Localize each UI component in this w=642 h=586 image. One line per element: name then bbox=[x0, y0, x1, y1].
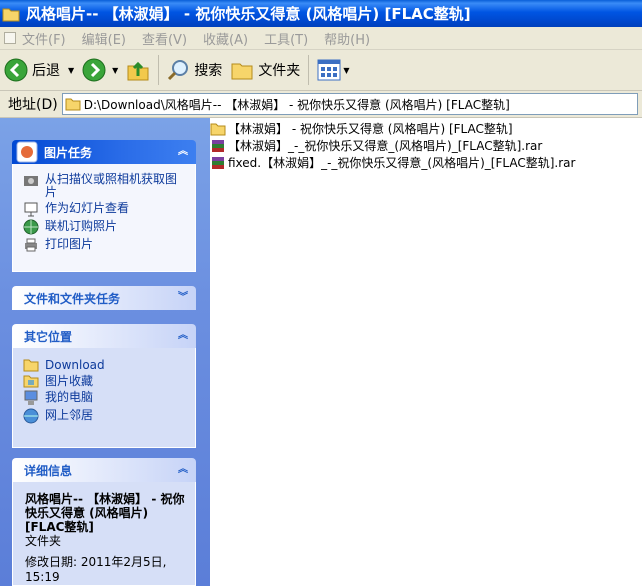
place-my-pictures-label: 图片收藏 bbox=[45, 374, 94, 388]
back-arrow-icon bbox=[4, 58, 28, 82]
pictures-folder-icon bbox=[23, 375, 39, 388]
picture-tasks-icon bbox=[16, 141, 38, 163]
details-body: 风格唱片-- 【林淑娟】 - 祝你快乐又得意 (风格唱片) [FLAC整轨] 文… bbox=[12, 482, 196, 586]
rar-icon bbox=[212, 156, 224, 169]
details-header[interactable]: 详细信息 ︽ bbox=[12, 458, 196, 482]
chevron-down-icon: ▼ bbox=[343, 65, 350, 75]
file-name: 【林淑娟】_-_祝你快乐又得意_(风格唱片)_[FLAC整轨].rar bbox=[228, 139, 543, 153]
picture-tasks-header[interactable]: 图片任务 ︽ bbox=[12, 140, 196, 164]
network-icon bbox=[23, 408, 39, 424]
camera-icon bbox=[24, 176, 38, 186]
back-label: 后退 bbox=[32, 63, 60, 79]
other-places-header[interactable]: 其它位置 ︽ bbox=[12, 324, 196, 348]
folder-icon bbox=[210, 123, 226, 135]
menu-file[interactable]: 文件(F) bbox=[22, 29, 66, 48]
list-item[interactable]: fixed.【林淑娟】_-_祝你快乐又得意_(风格唱片)_[FLAC整轨].ra… bbox=[210, 154, 575, 171]
toolbar: 后退 ▼ ▼ 搜索 文件夹 ▼ bbox=[0, 50, 642, 91]
slideshow-icon bbox=[24, 202, 38, 217]
place-network-label: 网上邻居 bbox=[45, 408, 94, 422]
chevron-down-icon[interactable]: ▼ bbox=[68, 66, 74, 75]
picture-tasks-body: 从扫描仪或照相机获取图片 作为幻灯片查看 联机订购照片 打印图片 bbox=[12, 164, 196, 272]
address-label: 地址(D) bbox=[8, 97, 58, 113]
forward-arrow-icon bbox=[82, 58, 106, 82]
chevron-up-icon[interactable]: ︽ bbox=[176, 329, 190, 343]
task-pane: 图片任务 ︽ 从扫描仪或照相机获取图片 作为幻灯片查看 联机订购照片 打印图片 bbox=[0, 118, 210, 586]
toolbar-separator bbox=[158, 55, 160, 85]
folders-button[interactable]: 文件夹 bbox=[226, 54, 304, 86]
place-my-computer[interactable]: 我的电脑 bbox=[23, 390, 185, 406]
printer-icon bbox=[25, 238, 37, 252]
file-name: fixed.【林淑娟】_-_祝你快乐又得意_(风格唱片)_[FLAC整轨].ra… bbox=[228, 156, 576, 170]
menu-tools[interactable]: 工具(T) bbox=[264, 29, 308, 48]
list-item[interactable]: 【林淑娟】_-_祝你快乐又得意_(风格唱片)_[FLAC整轨].rar bbox=[210, 137, 542, 154]
task-get-pictures[interactable]: 从扫描仪或照相机获取图片 bbox=[23, 173, 185, 199]
chevron-down-icon[interactable]: ▼ bbox=[112, 66, 118, 75]
place-network[interactable]: 网上邻居 bbox=[23, 408, 185, 424]
task-print-pictures-label: 打印图片 bbox=[45, 237, 94, 251]
windows-flag-icon bbox=[4, 32, 16, 44]
globe-icon bbox=[23, 219, 39, 235]
file-tasks-title: 文件和文件夹任务 bbox=[24, 291, 121, 306]
other-places-panel: 其它位置 ︽ Download 图片收藏 我的电脑 网上邻居 bbox=[12, 324, 196, 448]
up-folder-icon bbox=[127, 61, 149, 81]
folder-icon bbox=[65, 98, 81, 111]
search-button[interactable]: 搜索 bbox=[163, 54, 226, 86]
task-order-prints[interactable]: 联机订购照片 bbox=[23, 219, 185, 235]
task-print-pictures[interactable]: 打印图片 bbox=[23, 238, 185, 253]
window-title: 风格唱片-- 【林淑娟】 - 祝你快乐又得意 (风格唱片) [FLAC整轨] bbox=[26, 5, 471, 23]
list-item[interactable]: 【林淑娟】 - 祝你快乐又得意 (风格唱片) [FLAC整轨] bbox=[210, 120, 513, 137]
address-input[interactable]: D:\Download\风格唱片-- 【林淑娟】 - 祝你快乐又得意 (风格唱片… bbox=[61, 93, 638, 115]
title-bar[interactable]: 风格唱片-- 【林淑娟】 - 祝你快乐又得意 (风格唱片) [FLAC整轨] bbox=[0, 0, 642, 27]
chevron-up-icon[interactable]: ︽ bbox=[176, 463, 190, 477]
file-tasks-panel: 文件和文件夹任务 ︾ bbox=[12, 286, 196, 310]
up-folder-button[interactable] bbox=[122, 54, 154, 86]
details-panel: 详细信息 ︽ 风格唱片-- 【林淑娟】 - 祝你快乐又得意 (风格唱片) [FL… bbox=[12, 458, 196, 586]
rar-icon bbox=[212, 139, 224, 152]
views-button[interactable]: ▼ bbox=[313, 54, 353, 86]
task-slideshow[interactable]: 作为幻灯片查看 bbox=[23, 202, 185, 217]
menu-bar: 文件(F) 编辑(E) 查看(V) 收藏(A) 工具(T) 帮助(H) bbox=[0, 27, 642, 50]
forward-button[interactable]: ▼ bbox=[78, 54, 122, 86]
search-label: 搜索 bbox=[194, 63, 223, 79]
other-places-body: Download 图片收藏 我的电脑 网上邻居 bbox=[12, 348, 196, 448]
details-name: 风格唱片-- 【林淑娟】 - 祝你快乐又得意 (风格唱片) [FLAC整轨] bbox=[25, 492, 185, 534]
task-get-pictures-label: 从扫描仪或照相机获取图片 bbox=[45, 172, 178, 199]
file-tasks-header[interactable]: 文件和文件夹任务 ︾ bbox=[12, 286, 196, 310]
details-title: 详细信息 bbox=[24, 463, 73, 478]
picture-tasks-panel: 图片任务 ︽ 从扫描仪或照相机获取图片 作为幻灯片查看 联机订购照片 打印图片 bbox=[12, 140, 196, 272]
address-bar: 地址(D) D:\Download\风格唱片-- 【林淑娟】 - 祝你快乐又得意… bbox=[0, 91, 642, 118]
task-slideshow-label: 作为幻灯片查看 bbox=[45, 201, 130, 215]
details-type: 文件夹 bbox=[25, 534, 62, 548]
other-places-title: 其它位置 bbox=[24, 329, 73, 344]
menu-edit[interactable]: 编辑(E) bbox=[82, 29, 126, 48]
place-my-pictures[interactable]: 图片收藏 bbox=[23, 375, 185, 388]
details-modified: 修改日期: 2011年2月5日, 15:19 bbox=[25, 555, 167, 584]
task-order-prints-label: 联机订购照片 bbox=[45, 219, 118, 233]
toolbar-separator bbox=[308, 55, 310, 85]
back-button[interactable]: 后退 ▼ bbox=[0, 54, 78, 86]
file-list: 【林淑娟】 - 祝你快乐又得意 (风格唱片) [FLAC整轨] 【林淑娟】_-_… bbox=[210, 118, 642, 586]
menu-help[interactable]: 帮助(H) bbox=[324, 29, 370, 48]
menu-view[interactable]: 查看(V) bbox=[142, 29, 187, 48]
place-download[interactable]: Download bbox=[23, 359, 185, 372]
folders-icon bbox=[231, 63, 253, 80]
file-name: 【林淑娟】 - 祝你快乐又得意 (风格唱片) [FLAC整轨] bbox=[228, 122, 513, 136]
views-icon bbox=[317, 59, 341, 81]
address-path: D:\Download\风格唱片-- 【林淑娟】 - 祝你快乐又得意 (风格唱片… bbox=[83, 97, 510, 112]
folders-label: 文件夹 bbox=[258, 63, 301, 79]
place-download-label: Download bbox=[45, 358, 105, 372]
folder-icon bbox=[23, 359, 39, 372]
chevron-down-icon[interactable]: ︾ bbox=[176, 291, 190, 305]
picture-tasks-title: 图片任务 bbox=[44, 145, 93, 160]
computer-icon bbox=[24, 390, 38, 405]
search-icon bbox=[168, 60, 189, 81]
place-my-computer-label: 我的电脑 bbox=[45, 390, 94, 404]
folder-icon bbox=[2, 8, 20, 21]
chevron-up-icon[interactable]: ︽ bbox=[176, 145, 190, 159]
menu-favorites[interactable]: 收藏(A) bbox=[203, 29, 248, 48]
